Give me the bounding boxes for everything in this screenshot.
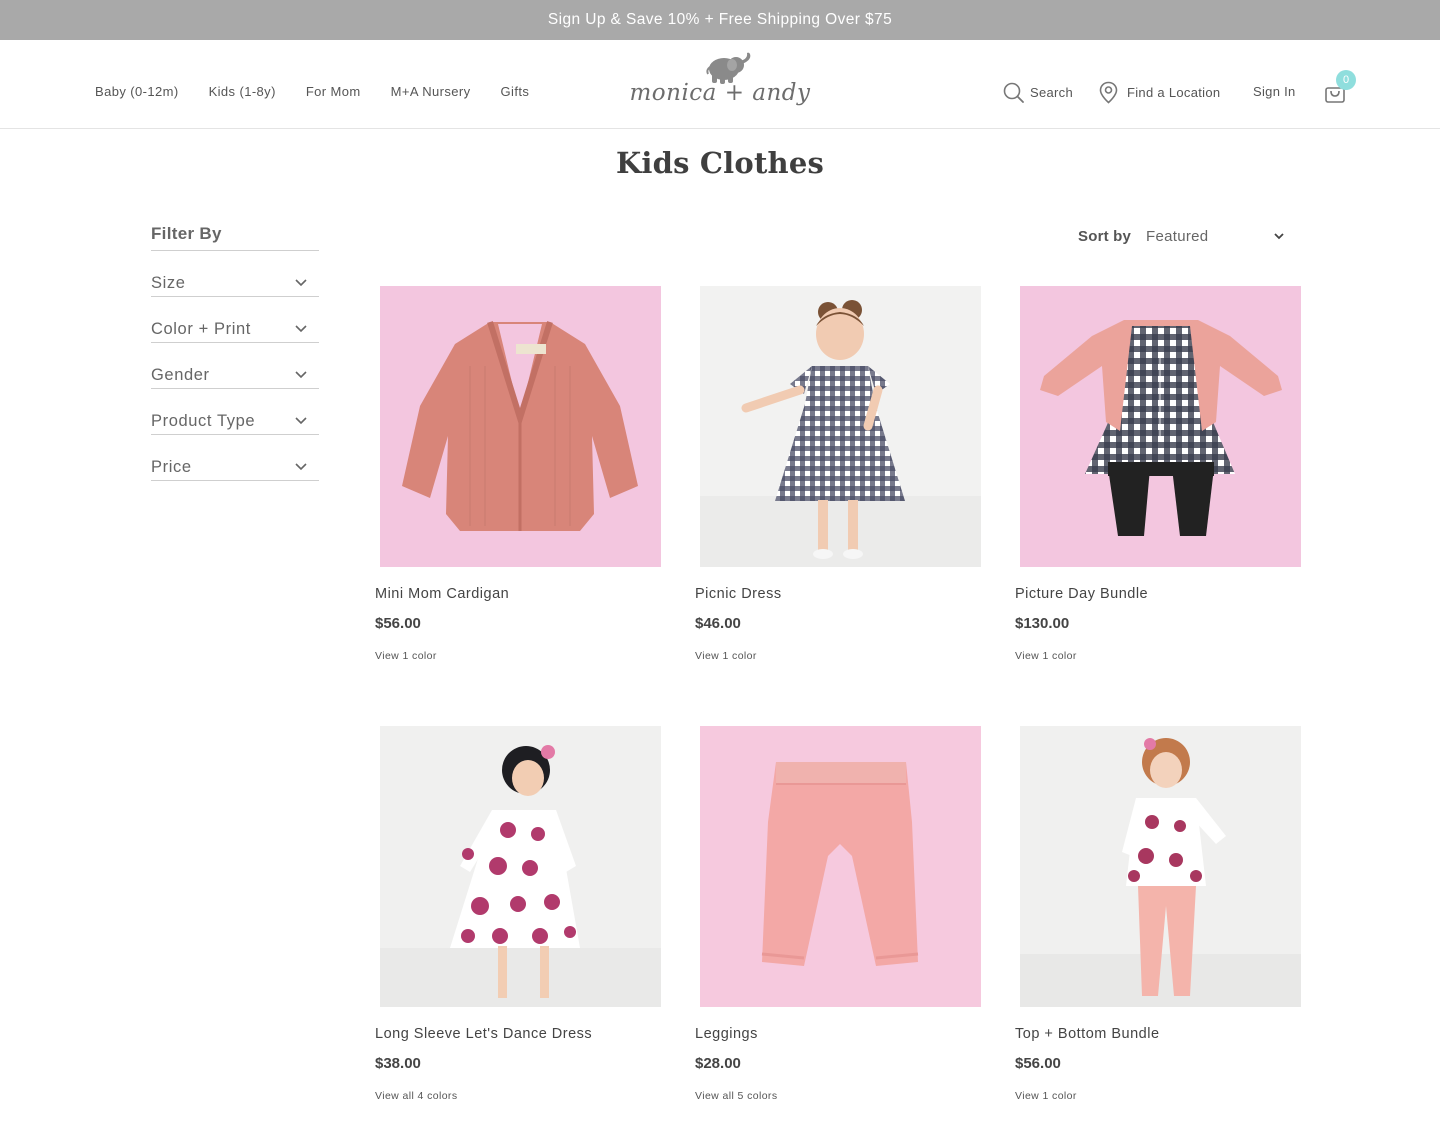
chevron-down-icon (295, 371, 307, 379)
product-image[interactable] (1020, 286, 1301, 567)
sort-value: Featured (1146, 228, 1209, 245)
nav-link-baby[interactable]: Baby (0-12m) (95, 84, 179, 99)
chevron-down-icon (295, 417, 307, 425)
chevron-down-icon (295, 325, 307, 333)
picture-day-bundle-image (1020, 286, 1301, 567)
search-link[interactable]: Search (1003, 82, 1073, 103)
filter-sidebar: Filter By Size Color + Print Gender Prod… (151, 224, 319, 481)
filter-label: Color + Print (151, 320, 251, 338)
filter-price[interactable]: Price (151, 435, 319, 481)
cardigan-image (380, 286, 661, 567)
top-bottom-bundle-image (1020, 726, 1301, 1007)
sign-in-link[interactable]: Sign In (1253, 84, 1296, 99)
promo-text: Sign Up & Save 10% + Free Shipping Over … (547, 11, 893, 28)
location-pin-icon (1099, 81, 1118, 104)
filter-label: Size (151, 274, 186, 292)
filter-color-print[interactable]: Color + Print (151, 297, 319, 343)
nav-link-nursery[interactable]: M+A Nursery (391, 84, 471, 99)
product-price: $38.00 (375, 1055, 421, 1072)
picnic-dress-image (700, 286, 981, 567)
product-image[interactable] (380, 726, 661, 1007)
nav-link-kids[interactable]: Kids (1-8y) (209, 84, 276, 99)
filter-label: Product Type (151, 412, 256, 430)
product-image[interactable] (700, 726, 981, 1007)
product-price: $130.00 (1015, 615, 1070, 632)
view-colors-link[interactable]: View 1 color (695, 650, 757, 662)
filter-label: Gender (151, 366, 210, 384)
sort-label: Sort by (1078, 228, 1132, 245)
product-price: $56.00 (375, 615, 421, 632)
view-colors-link[interactable]: View all 5 colors (695, 1090, 777, 1102)
product-name[interactable]: Mini Mom Cardigan (375, 586, 509, 602)
site-header: Baby (0-12m) Kids (1-8y) For Mom M+A Nur… (0, 40, 1440, 129)
nav-link-for-mom[interactable]: For Mom (306, 84, 361, 99)
filter-product-type[interactable]: Product Type (151, 389, 319, 435)
view-colors-link[interactable]: View 1 color (1015, 1090, 1077, 1102)
logo-wordmark: monica + andy (629, 80, 811, 106)
brand-logo[interactable]: monica + andy (628, 52, 812, 114)
product-name[interactable]: Top + Bottom Bundle (1015, 1026, 1160, 1042)
product-name[interactable]: Long Sleeve Let's Dance Dress (375, 1026, 592, 1042)
view-colors-link[interactable]: View 1 color (375, 650, 437, 662)
search-label: Search (1030, 85, 1073, 100)
main-nav: Baby (0-12m) Kids (1-8y) For Mom M+A Nur… (95, 84, 529, 99)
view-colors-link[interactable]: View 1 color (1015, 650, 1077, 662)
find-location-link[interactable]: Find a Location (1099, 81, 1220, 104)
product-name[interactable]: Picnic Dress (695, 586, 782, 602)
chevron-down-icon (295, 463, 307, 471)
product-price: $56.00 (1015, 1055, 1061, 1072)
filter-size[interactable]: Size (151, 251, 319, 297)
dance-dress-image (380, 726, 661, 1007)
sign-in-label: Sign In (1253, 84, 1296, 99)
sort-select[interactable]: Featured (1146, 226, 1288, 248)
product-name[interactable]: Leggings (695, 1026, 758, 1042)
filter-gender[interactable]: Gender (151, 343, 319, 389)
chevron-down-icon (295, 279, 307, 287)
product-image[interactable] (380, 286, 661, 567)
product-image[interactable] (700, 286, 981, 567)
product-price: $28.00 (695, 1055, 741, 1072)
nav-link-gifts[interactable]: Gifts (501, 84, 530, 99)
product-name[interactable]: Picture Day Bundle (1015, 586, 1148, 602)
product-price: $46.00 (695, 615, 741, 632)
cart-count-badge[interactable]: 0 (1336, 70, 1356, 90)
location-label: Find a Location (1127, 85, 1221, 100)
promo-banner[interactable]: Sign Up & Save 10% + Free Shipping Over … (0, 0, 1440, 40)
sort-control: Sort by Featured (1078, 226, 1288, 248)
filter-heading: Filter By (151, 224, 319, 251)
view-colors-link[interactable]: View all 4 colors (375, 1090, 457, 1102)
chevron-down-icon (1274, 233, 1284, 240)
search-icon (1003, 82, 1024, 103)
page-title: Kids Clothes (615, 146, 825, 180)
leggings-image (700, 726, 981, 1007)
filter-label: Price (151, 458, 192, 476)
product-image[interactable] (1020, 726, 1301, 1007)
